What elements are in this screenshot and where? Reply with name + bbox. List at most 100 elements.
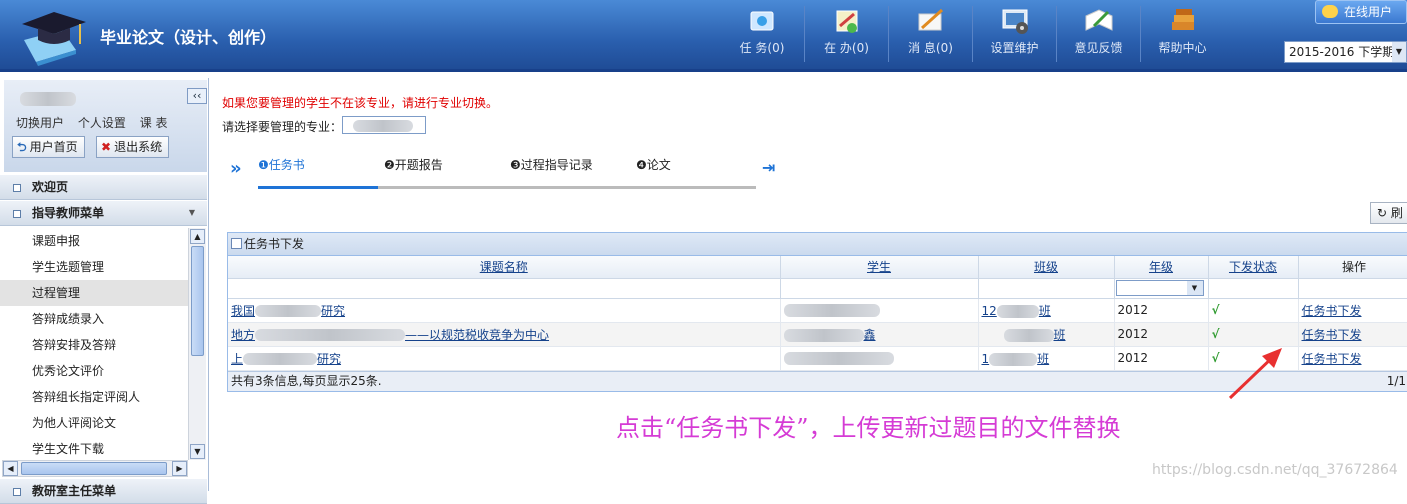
class-link[interactable]: 1班 [982,352,1049,366]
grid-title-bar: 任务书下发 [228,233,1407,256]
menu-item-assign-reviewer[interactable]: 答辩组长指定评阅人 [0,384,188,410]
help-books-icon [1166,6,1200,36]
feedback-icon [1082,6,1116,36]
semester-select[interactable]: 2015-2016 下学期 ▼ [1284,41,1407,63]
grade-cell: 2012 [1114,322,1209,347]
chat-bubble-icon [1322,5,1338,18]
in-progress-button[interactable]: 在 办(0) [804,6,888,62]
col-status[interactable]: 下发状态 [1208,256,1299,279]
table-row: 地方 ——以规范税收竞争为中心 鑫 班 2012 √ 任务书下发 [228,322,1407,347]
student-name-blurred[interactable] [783,304,880,317]
step-thesis[interactable]: ❹论文 [636,156,671,173]
switch-user-link[interactable]: 切换用户 [16,116,64,130]
skip-to-end-icon[interactable]: ⇥ [762,158,775,177]
student-link[interactable]: 鑫 [783,328,876,342]
settings-monitor-icon [998,6,1032,36]
grade-filter[interactable]: ▼ [1114,278,1209,299]
top-header: 毕业论文（设计、创作） 任 务(0) 在 办(0) 消 息(0) 设置维护 意见… [0,0,1407,72]
welcome-menu[interactable]: 欢迎页 [0,174,207,200]
step-proposal-report[interactable]: ❷开题报告 [384,156,443,173]
graduation-cap-logo [16,6,92,66]
chevron-down-icon: ▼ [188,208,195,217]
col-topic-name[interactable]: 课题名称 [228,256,781,279]
logout-button[interactable]: ✖ 退出系统 [96,136,170,158]
settings-button[interactable]: 设置维护 [972,6,1056,62]
app-title: 毕业论文（设计、创作） [100,28,277,47]
menu-item-defense-arrange[interactable]: 答辩安排及答辩 [0,332,188,358]
close-icon: ✖ [101,140,112,154]
task-icon [745,6,779,36]
task-button[interactable]: 任 务(0) [720,6,804,62]
online-users-button[interactable]: 在线用户 [1315,0,1407,24]
major-select[interactable] [342,116,426,134]
step-progress-fill [258,186,378,189]
step-guidance-record[interactable]: ❸过程指导记录 [510,156,593,173]
refresh-icon: ↻ [1377,206,1388,220]
scroll-up-icon[interactable]: ▲ [190,229,205,244]
teacher-menu-list: 课题申报 学生选题管理 过程管理 答辩成绩录入 答辩安排及答辩 优秀论文评价 答… [0,228,188,460]
instruction-annotation: 点击“任务书下发”，上传更新过题目的文件替换 [616,414,1121,442]
user-panel: ‹‹ 切换用户 个人设置 课 表 ⮌ 用户首页 ✖ 退出系统 [4,80,207,172]
feedback-button[interactable]: 意见反馈 [1056,6,1140,62]
issue-task-book-link[interactable]: 任务书下发 [1302,304,1362,318]
process-steps: » ❶任务书 ❷开题报告 ❸过程指导记录 ❹论文 ⇥ [228,150,775,190]
scroll-thumb[interactable] [21,462,167,475]
in-progress-icon [830,6,864,36]
personal-settings-link[interactable]: 个人设置 [78,116,126,130]
col-grade[interactable]: 年级 [1114,256,1209,279]
student-name-blurred[interactable] [783,352,894,365]
grade-cell: 2012 [1114,346,1209,371]
scroll-left-icon[interactable]: ◀ [3,461,18,476]
timetable-link[interactable]: 课 表 [140,116,168,130]
menu-bullet-icon [13,210,21,218]
menu-bullet-icon [13,184,21,192]
scroll-down-icon[interactable]: ▼ [190,444,205,459]
scroll-thumb[interactable] [191,246,204,356]
scroll-right-icon[interactable]: ▶ [172,461,187,476]
status-check-icon: √ [1208,298,1299,323]
col-class[interactable]: 班级 [978,256,1115,279]
topic-link[interactable]: 上研究 [231,352,341,366]
director-menu-header[interactable]: 教研室主任菜单 [0,478,207,504]
menu-item-excellent-thesis[interactable]: 优秀论文评价 [0,358,188,384]
menu-item-topic-selection[interactable]: 学生选题管理 [0,254,188,280]
col-student[interactable]: 学生 [780,256,979,279]
topic-link[interactable]: 我国 研究 [231,304,345,318]
menu-bullet-icon [13,488,21,496]
teacher-menu-header[interactable]: 指导教师菜单 ▼ [0,200,207,226]
message-icon [914,6,948,36]
collapse-sidebar-button[interactable]: ‹‹ [187,88,207,104]
major-switch-notice: 如果您要管理的学生不在该专业，请进行专业切换。 [222,96,499,110]
grid-icon [231,238,242,249]
menu-item-review-others[interactable]: 为他人评阅论文 [0,410,188,436]
class-blurred[interactable] [1003,328,1054,342]
issue-task-book-link[interactable]: 任务书下发 [1302,352,1362,366]
chevron-down-icon: ▼ [1186,280,1203,295]
col-action: 操作 [1298,256,1407,279]
menu-item-defense-score[interactable]: 答辩成绩录入 [0,306,188,332]
username-blurred [20,92,76,106]
record-count: 共有3条信息,每页显示25条. [231,373,382,388]
menu-item-process-management[interactable]: 过程管理 [0,280,188,306]
sidebar-horizontal-scrollbar[interactable]: ◀ ▶ [2,460,188,477]
double-chevron-right-icon[interactable]: » [230,158,242,179]
user-home-button[interactable]: ⮌ 用户首页 [12,136,85,158]
major-label: 请选择要管理的专业： [222,120,343,134]
step-task-book[interactable]: ❶任务书 [258,156,305,173]
sidebar: ‹‹ 切换用户 个人设置 课 表 ⮌ 用户首页 ✖ 退出系统 欢迎页 指导教师菜单 … [0,78,209,504]
menu-item-topic-apply[interactable]: 课题申报 [0,228,188,254]
step-progress-track [258,186,756,189]
topic-link[interactable]: 地方 ——以规范税收竞争为中心 [231,328,549,342]
red-arrow-icon [1228,348,1282,400]
class-link[interactable]: 12 班 [982,304,1051,318]
sidebar-vertical-scrollbar[interactable]: ▲ ▼ [188,228,206,460]
help-button[interactable]: 帮助中心 [1140,6,1224,62]
message-button[interactable]: 消 息(0) [888,6,972,62]
issue-task-book-link[interactable]: 任务书下发 [1302,328,1362,342]
table-row: 我国 研究 12 班 2012 √ 任务书下发 [228,298,1407,323]
home-arrow-icon: ⮌ [17,140,27,154]
menu-item-student-files[interactable]: 学生文件下载 [0,436,188,460]
status-check-icon: √ [1208,322,1299,347]
watermark: https://blog.csdn.net/qq_37672864 [1152,462,1398,478]
refresh-button[interactable]: ↻ 刷 [1370,202,1407,224]
